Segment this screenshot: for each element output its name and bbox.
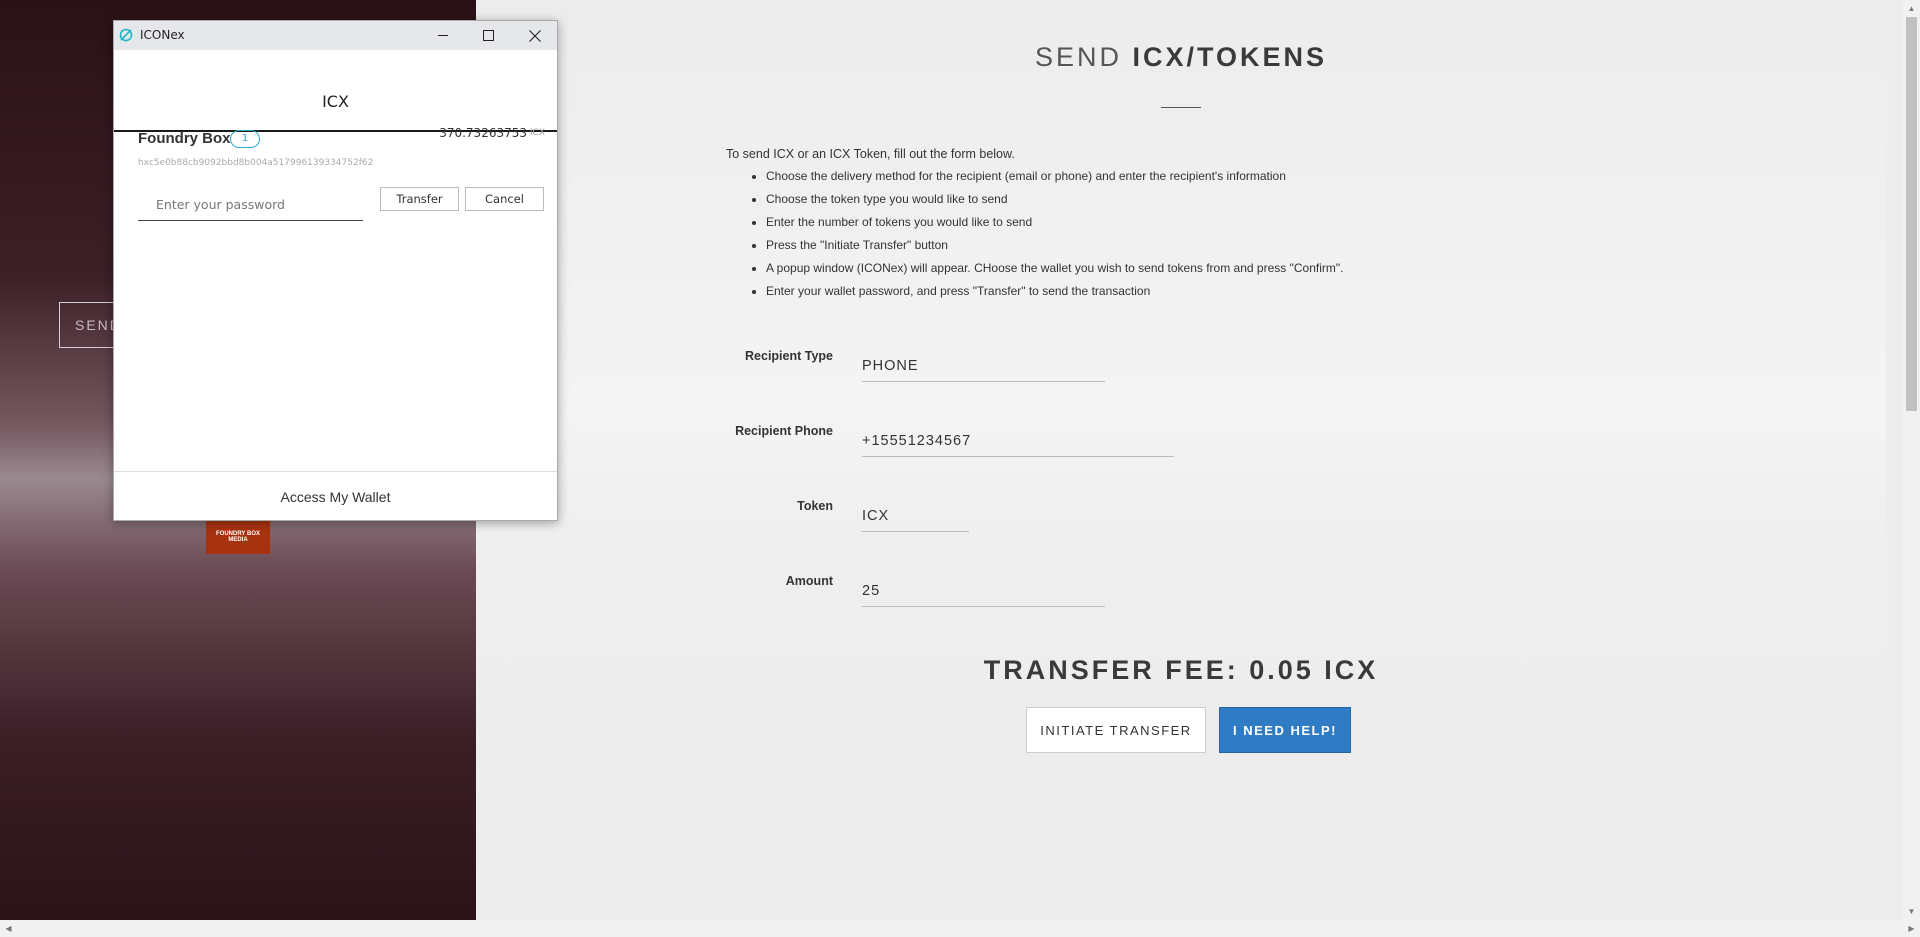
- popup-titlebar[interactable]: ICONex: [114, 21, 557, 50]
- instruction-item: Press the "Initiate Transfer" button: [766, 237, 1343, 260]
- popup-header: ICX: [114, 50, 557, 132]
- wallet-count-badge: 1: [230, 130, 260, 148]
- instruction-item: Choose the token type you would like to …: [766, 191, 1343, 214]
- access-my-wallet-link[interactable]: Access My Wallet: [114, 489, 557, 505]
- token-select[interactable]: ICX: [862, 502, 969, 532]
- need-help-button[interactable]: I NEED HELP!: [1219, 707, 1351, 753]
- instruction-item: Enter your wallet password, and press "T…: [766, 283, 1343, 306]
- minimize-icon[interactable]: [421, 21, 466, 50]
- wallet-name: Foundry Box: [138, 130, 231, 147]
- scroll-down-icon[interactable]: ▼: [1903, 903, 1920, 920]
- instruction-item: Choose the delivery method for the recip…: [766, 168, 1343, 191]
- scroll-right-icon[interactable]: ▶: [1903, 920, 1920, 937]
- instructions-list: Choose the delivery method for the recip…: [766, 168, 1343, 306]
- horizontal-scrollbar[interactable]: ◀ ▶: [0, 920, 1920, 937]
- iconex-app-icon: [119, 28, 133, 42]
- intro-text: To send ICX or an ICX Token, fill out th…: [726, 147, 1015, 161]
- scroll-left-icon[interactable]: ◀: [0, 920, 17, 937]
- scroll-up-icon[interactable]: ▲: [1903, 0, 1920, 17]
- token-label: Token: [797, 499, 833, 513]
- page-title: SEND ICX/TOKENS: [476, 42, 1886, 73]
- popup-header-title: ICX: [322, 92, 349, 111]
- recipient-type-select[interactable]: PHONE: [862, 352, 1105, 382]
- popup-window-title: ICONex: [140, 28, 185, 42]
- scroll-thumb[interactable]: [1906, 17, 1917, 411]
- wallet-address: hxc5e0b88cb9092bbd8b004a517996139334752f…: [138, 158, 374, 168]
- initiate-transfer-button[interactable]: INITIATE TRANSFER: [1026, 707, 1206, 753]
- page-title-light: SEND: [1034, 42, 1133, 72]
- wallet-balance-unit: ICX: [529, 128, 545, 138]
- instruction-item: Enter the number of tokens you would lik…: [766, 214, 1343, 237]
- popup-footer: Access My Wallet: [114, 471, 557, 520]
- amount-input[interactable]: 25: [862, 577, 1105, 607]
- iconex-popup-window: ICONex ICX Foundry Box 1 370.73263753 IC…: [113, 20, 558, 521]
- page-title-bold: ICX/TOKENS: [1132, 42, 1328, 72]
- wallet-balance: 370.73263753: [439, 126, 527, 140]
- transfer-fee: TRANSFER FEE: 0.05 ICX: [983, 655, 1379, 685]
- vertical-scrollbar[interactable]: ▲ ▼: [1903, 0, 1920, 920]
- amount-label: Amount: [785, 574, 833, 588]
- close-icon[interactable]: [512, 21, 557, 50]
- maximize-icon[interactable]: [466, 21, 511, 50]
- cancel-button[interactable]: Cancel: [465, 187, 544, 211]
- instruction-item: A popup window (ICONex) will appear. CHo…: [766, 260, 1343, 283]
- main-content: SEND ICX/TOKENS To send ICX or an ICX To…: [476, 0, 1886, 920]
- recipient-type-label: Recipient Type: [745, 349, 833, 363]
- transfer-button[interactable]: Transfer: [380, 187, 459, 211]
- title-divider: [1161, 107, 1201, 108]
- recipient-phone-label: Recipient Phone: [735, 424, 833, 438]
- recipient-phone-input[interactable]: +15551234567: [862, 427, 1174, 457]
- password-input[interactable]: [138, 189, 363, 221]
